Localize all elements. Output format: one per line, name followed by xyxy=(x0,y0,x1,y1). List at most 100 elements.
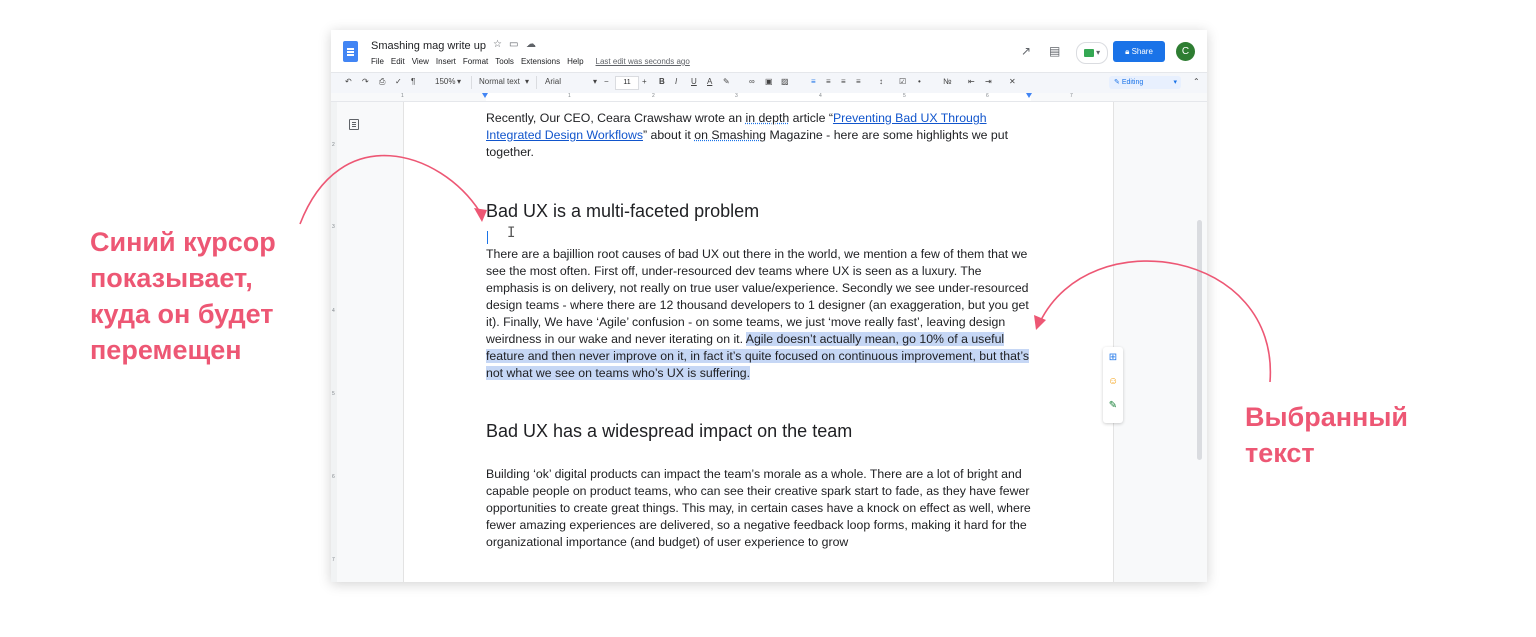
paragraph-team-impact[interactable]: Building ‘ok’ digital products can impac… xyxy=(486,466,1031,551)
checklist-icon[interactable]: ☑ xyxy=(899,77,906,86)
annotation-line: куда он будет xyxy=(90,299,274,329)
zoom-select[interactable]: 150% xyxy=(435,77,455,86)
toolbar-divider xyxy=(471,76,472,89)
spellcheck-icon[interactable]: ✓ xyxy=(395,77,402,86)
link-icon[interactable]: ∞ xyxy=(749,77,755,86)
print-icon[interactable]: ⎙ xyxy=(379,77,385,87)
right-indent-marker[interactable] xyxy=(1026,93,1032,98)
underline-button[interactable]: U xyxy=(691,77,697,86)
vertical-ruler: 2 3 4 5 6 7 xyxy=(331,102,337,582)
chevron-down-icon: ▾ xyxy=(1173,79,1177,86)
decrease-indent-icon[interactable]: ⇤ xyxy=(968,77,975,86)
document-title[interactable]: Smashing mag write up xyxy=(371,40,486,52)
undo-icon[interactable]: ↶ xyxy=(345,77,352,86)
ruler-number: 3 xyxy=(735,93,738,99)
redo-icon[interactable]: ↷ xyxy=(362,77,369,86)
annotation-selected: Выбранный текст xyxy=(1245,399,1408,471)
style-select[interactable]: Normal text xyxy=(479,77,520,86)
comment-history-icon[interactable]: ▤ xyxy=(1049,44,1060,58)
emoji-reaction-icon[interactable]: ☺ xyxy=(1108,377,1118,387)
document-page[interactable]: Recently, Our CEO, Ceara Crawshaw wrote … xyxy=(403,102,1114,582)
font-size-input[interactable]: 11 xyxy=(615,76,639,90)
collapse-menus-icon[interactable]: ⌃ xyxy=(1193,77,1200,86)
vruler-number: 2 xyxy=(332,142,335,148)
menu-extensions[interactable]: Extensions xyxy=(521,57,560,66)
ruler-number: 1 xyxy=(401,93,404,99)
pencil-icon: ✎ xyxy=(1114,79,1120,86)
vruler-number: 4 xyxy=(332,308,335,314)
ruler-number: 2 xyxy=(652,93,655,99)
heading-widespread-impact[interactable]: Bad UX has a widespread impact on the te… xyxy=(486,420,1031,442)
toolbar-divider xyxy=(536,76,537,89)
highlight-icon[interactable]: ✎ xyxy=(723,77,730,86)
text-run: ” about it xyxy=(642,128,695,142)
font-size-increase-icon[interactable]: + xyxy=(642,77,647,86)
move-folder-icon[interactable]: ▭ xyxy=(509,39,518,50)
annotation-line: показывает, xyxy=(90,263,253,293)
menu-view[interactable]: View xyxy=(412,57,429,66)
chevron-down-icon: ▾ xyxy=(593,77,598,86)
editing-mode-select[interactable]: ✎ Editing ▾ xyxy=(1109,76,1181,89)
document-body[interactable]: Recently, Our CEO, Ceara Crawshaw wrote … xyxy=(486,110,1031,551)
align-right-icon[interactable]: ≡ xyxy=(841,77,846,86)
align-center-icon[interactable]: ≡ xyxy=(826,77,831,86)
italic-button[interactable]: I xyxy=(675,77,677,86)
meet-camera-icon xyxy=(1083,48,1094,57)
avatar[interactable]: C xyxy=(1176,42,1195,61)
align-left-icon[interactable]: ≡ xyxy=(811,77,816,86)
ibeam-pointer-icon: I xyxy=(507,225,516,241)
vruler-number: 6 xyxy=(332,474,335,480)
menu-edit[interactable]: Edit xyxy=(391,57,405,66)
text-cursor xyxy=(487,231,488,244)
add-comment-icon[interactable]: ⊞ xyxy=(1108,353,1118,363)
editing-mode-label: Editing xyxy=(1121,79,1144,86)
bold-button[interactable]: B xyxy=(659,77,665,86)
text-color-button[interactable]: A xyxy=(707,77,712,86)
line-spacing-icon[interactable]: ↕ xyxy=(879,77,883,86)
annotation-cursor: Синий курсор показывает, куда он будет п… xyxy=(90,224,276,368)
font-select[interactable]: Arial xyxy=(545,77,561,86)
insert-image-icon[interactable]: ▨ xyxy=(781,77,789,86)
bulleted-list-icon[interactable]: • xyxy=(918,77,921,86)
numbered-list-icon[interactable]: № xyxy=(943,77,952,86)
document-outline-icon[interactable] xyxy=(349,119,359,130)
font-size-decrease-icon[interactable]: − xyxy=(604,77,609,86)
ruler-number: 6 xyxy=(986,93,989,99)
align-justify-icon[interactable]: ≡ xyxy=(856,77,861,86)
menu-tools[interactable]: Tools xyxy=(495,57,514,66)
side-action-panel: ⊞ ☺ ✎ xyxy=(1103,347,1123,423)
chevron-down-icon: ▾ xyxy=(457,77,462,86)
suggest-edits-icon[interactable]: ✎ xyxy=(1108,401,1118,411)
meet-button[interactable]: ▾ xyxy=(1076,42,1108,64)
text-run: in depth xyxy=(745,111,790,125)
star-icon[interactable]: ☆ xyxy=(493,39,502,50)
share-button[interactable]: 🔒︎ Share xyxy=(1113,41,1165,62)
add-comment-icon[interactable]: ▣ xyxy=(765,77,773,86)
menu-insert[interactable]: Insert xyxy=(436,57,456,66)
increase-indent-icon[interactable]: ⇥ xyxy=(985,77,992,86)
menu-help[interactable]: Help xyxy=(567,57,583,66)
heading-bad-ux-problem[interactable]: Bad UX is a multi-faceted problem xyxy=(486,200,1031,222)
annotation-line: Выбранный xyxy=(1245,402,1409,432)
last-edit-link[interactable]: Last edit was seconds ago xyxy=(596,57,690,66)
clear-formatting-icon[interactable]: ✕ xyxy=(1009,77,1016,86)
menu-format[interactable]: Format xyxy=(463,57,488,66)
docs-window: Smashing mag write up ☆ ▭ ☁ File Edit Vi… xyxy=(331,30,1207,582)
docs-logo-icon[interactable] xyxy=(343,41,358,62)
left-indent-marker[interactable] xyxy=(482,93,488,98)
menu-file[interactable]: File xyxy=(371,57,384,66)
annotation-line: текст xyxy=(1245,438,1315,468)
ruler-number: 4 xyxy=(819,93,822,99)
intro-paragraph[interactable]: Recently, Our CEO, Ceara Crawshaw wrote … xyxy=(486,110,1031,161)
ruler-number: 1 xyxy=(568,93,571,99)
annotation-line: перемещен xyxy=(90,335,242,365)
share-label: Share xyxy=(1131,47,1153,56)
toolbar: ↶ ↷ ⎙ ✓ ¶ 150% ▾ Normal text ▾ Arial ▾ −… xyxy=(331,72,1207,94)
paint-format-icon[interactable]: ¶ xyxy=(411,77,415,86)
cloud-status-icon[interactable]: ☁ xyxy=(526,39,536,50)
paragraph-root-causes[interactable]: There are a bajillion root causes of bad… xyxy=(486,246,1031,382)
text-run: article “ xyxy=(789,111,833,125)
vertical-scrollbar[interactable] xyxy=(1197,220,1202,460)
text-run: Recently, Our CEO, Ceara Crawshaw wrote … xyxy=(486,111,746,125)
activity-trend-icon[interactable]: ↗ xyxy=(1021,44,1031,58)
